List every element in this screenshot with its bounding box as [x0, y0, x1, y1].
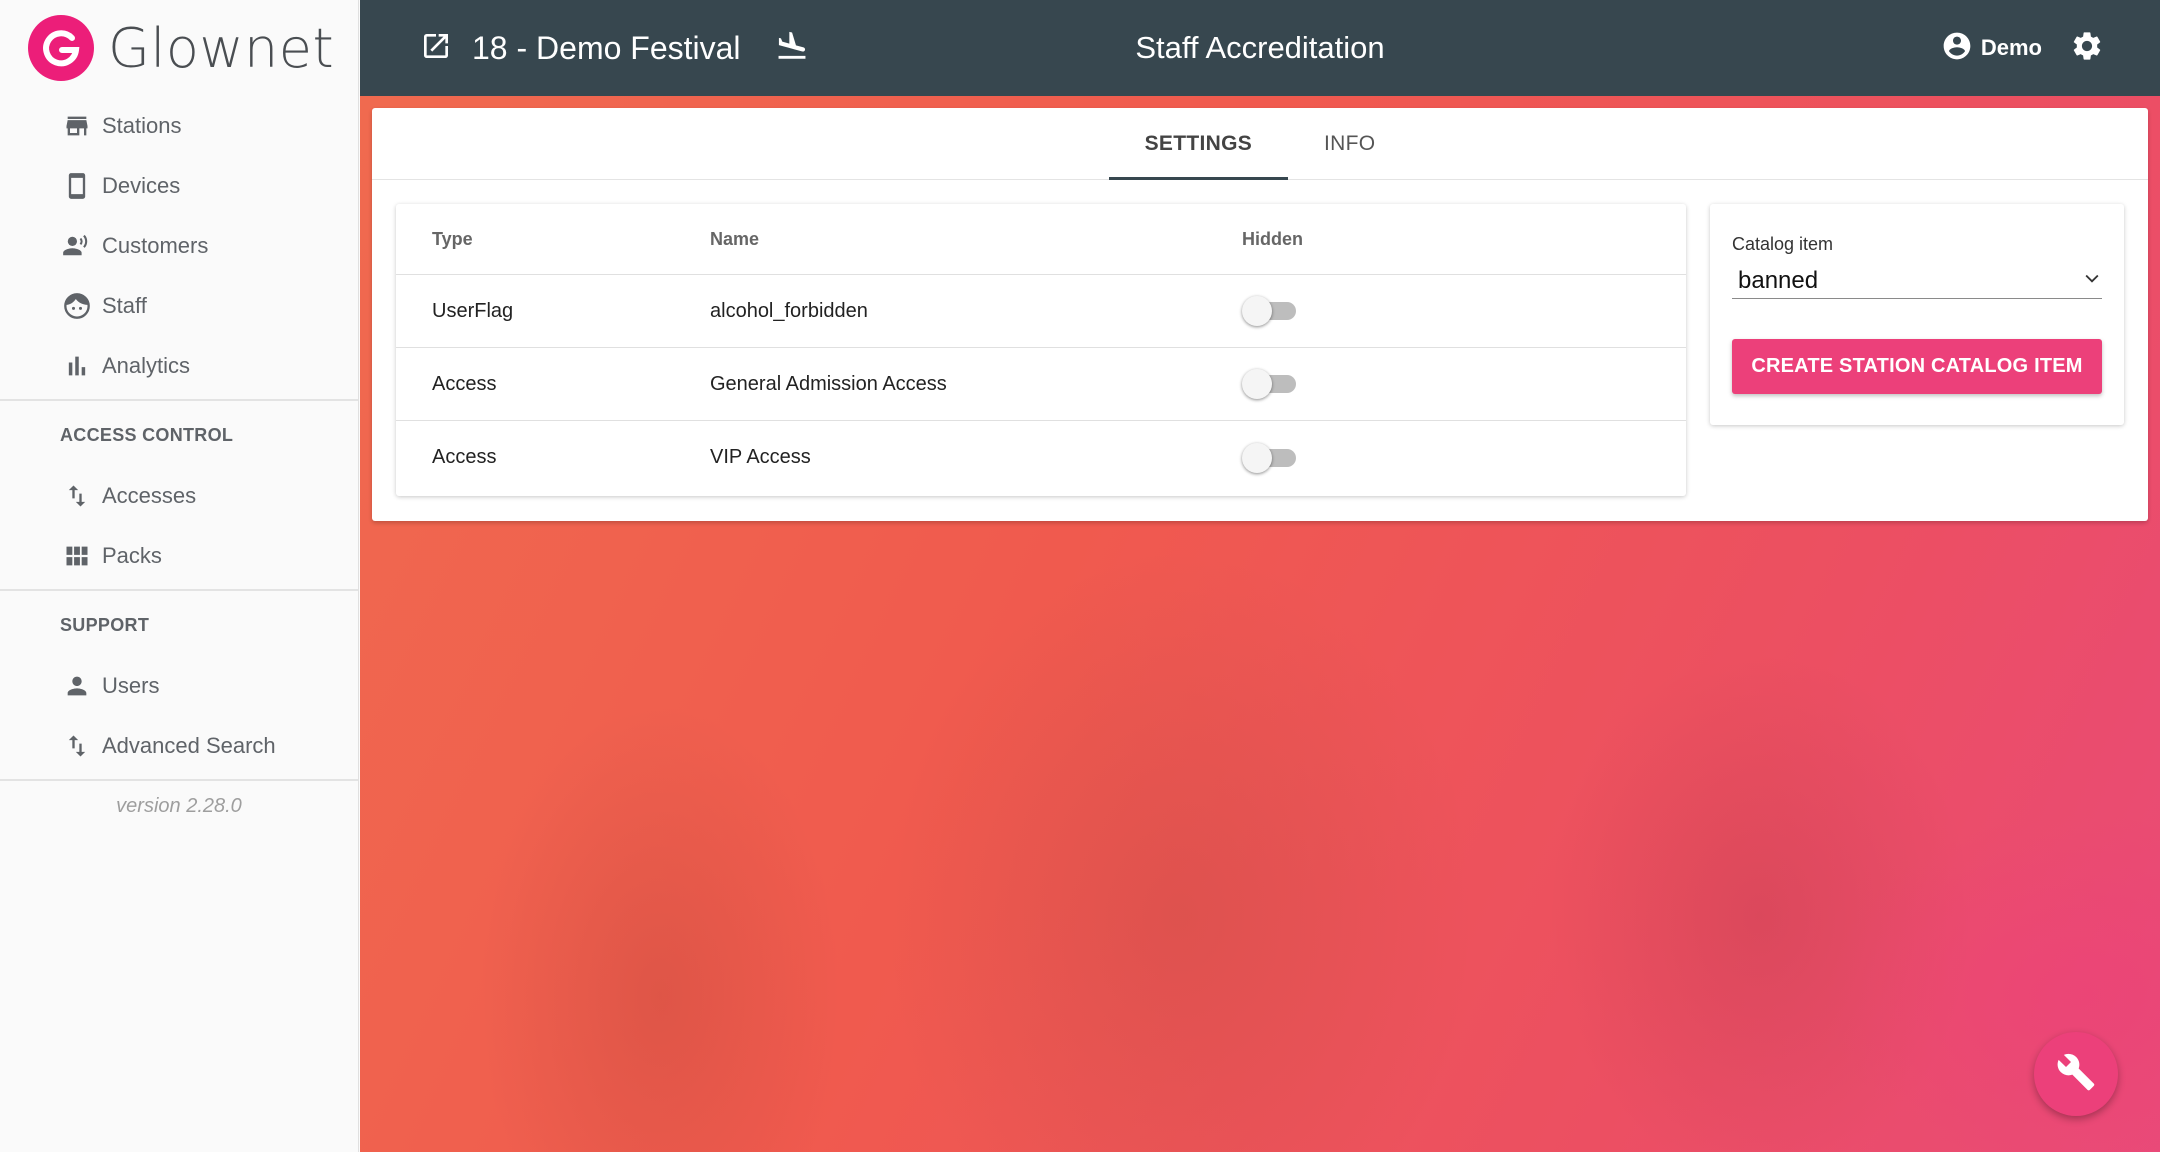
catalog-item-selected-value: banned — [1738, 266, 1819, 294]
store-icon — [62, 111, 92, 141]
table-header-row: Type Name Hidden — [396, 204, 1686, 275]
column-header-name: Name — [710, 228, 760, 249]
tab-info[interactable]: INFO — [1288, 108, 1411, 179]
main-card: SETTINGS INFO Type Name Hidden UserFlag … — [372, 108, 2148, 521]
chevron-down-icon — [2082, 268, 2102, 293]
create-catalog-item-panel: Catalog item banned CREATE STATION CATAL… — [1710, 204, 2124, 425]
sidebar-item-label: Customers — [102, 233, 209, 258]
cell-type: Access — [432, 446, 497, 468]
tools-fab-button[interactable] — [2034, 1032, 2118, 1116]
sidebar-item-label: Advanced Search — [102, 733, 276, 758]
sidebar-item-accesses[interactable]: Accesses — [0, 466, 358, 526]
bar-chart-icon — [62, 351, 92, 381]
sidebar-item-label: Staff — [102, 293, 147, 318]
table-row: UserFlag alcohol_forbidden — [396, 275, 1686, 348]
hidden-toggle[interactable] — [1242, 296, 1298, 326]
table-row: Access General Admission Access — [396, 348, 1686, 421]
sidebar-item-label: Stations — [102, 113, 182, 138]
sidebar-item-staff[interactable]: Staff — [0, 276, 358, 336]
table-row: Access VIP Access — [396, 421, 1686, 494]
sidebar-item-label: Users — [102, 673, 160, 698]
event-name[interactable]: 18 - Demo Festival — [472, 30, 741, 67]
user-name[interactable]: Demo — [1981, 35, 2042, 61]
person-icon — [62, 671, 92, 701]
sidebar-item-customers[interactable]: Customers — [0, 216, 358, 276]
swap-vertical-icon — [62, 481, 92, 511]
cell-type: Access — [432, 372, 497, 395]
account-circle-icon[interactable] — [1941, 30, 1973, 67]
section-title-access-control: ACCESS CONTROL — [60, 424, 234, 445]
section-title-support: SUPPORT — [60, 614, 150, 635]
gear-icon[interactable] — [2070, 29, 2104, 68]
sidebar-item-packs[interactable]: Packs — [0, 526, 358, 586]
sidebar-item-label: Accesses — [102, 483, 197, 508]
hidden-toggle[interactable] — [1242, 369, 1298, 399]
column-header-hidden: Hidden — [1242, 228, 1303, 249]
hidden-toggle[interactable] — [1242, 442, 1298, 473]
flight-land-icon[interactable] — [775, 29, 809, 68]
tab-settings[interactable]: SETTINGS — [1108, 108, 1289, 180]
divider — [0, 589, 358, 591]
sidebar-item-label: Packs — [102, 543, 162, 568]
catalog-item-select[interactable]: banned — [1732, 263, 2102, 299]
cell-name: VIP Access — [710, 446, 811, 468]
sidebar: Glownet Stations Devices Customers Staff… — [0, 0, 359, 1152]
cell-type: UserFlag — [432, 299, 514, 322]
cell-name: alcohol_forbidden — [710, 299, 868, 322]
brand-name: Glownet — [108, 16, 335, 80]
grid-icon — [62, 541, 92, 571]
column-header-type: Type — [432, 228, 473, 249]
catalog-items-table: Type Name Hidden UserFlag alcohol_forbid… — [396, 204, 1686, 496]
smartphone-icon — [62, 171, 92, 201]
top-bar: 18 - Demo Festival Staff Accreditation D… — [360, 0, 2160, 96]
sidebar-item-users[interactable]: Users — [0, 656, 358, 716]
catalog-item-label: Catalog item — [1732, 234, 1834, 254]
sidebar-item-stations[interactable]: Stations — [0, 96, 358, 156]
wrench-icon — [2056, 1052, 2096, 1097]
open-external-icon[interactable] — [420, 30, 452, 67]
cell-name: General Admission Access — [710, 372, 947, 395]
tab-bar: SETTINGS INFO — [372, 108, 2148, 180]
divider — [0, 779, 358, 781]
divider — [0, 399, 358, 401]
sidebar-item-advanced-search[interactable]: Advanced Search — [0, 716, 358, 776]
customers-icon — [62, 231, 92, 261]
sidebar-item-label: Analytics — [102, 353, 191, 378]
sidebar-item-analytics[interactable]: Analytics — [0, 336, 358, 396]
swap-vertical-icon — [62, 731, 92, 761]
sidebar-item-devices[interactable]: Devices — [0, 156, 358, 216]
glownet-logo[interactable]: Glownet — [0, 0, 358, 96]
create-station-catalog-item-button[interactable]: CREATE STATION CATALOG ITEM — [1732, 339, 2102, 394]
glownet-logo-icon — [28, 15, 94, 81]
sidebar-item-label: Devices — [102, 173, 181, 198]
face-icon — [62, 291, 92, 321]
version-label: version 2.28.0 — [116, 795, 242, 817]
